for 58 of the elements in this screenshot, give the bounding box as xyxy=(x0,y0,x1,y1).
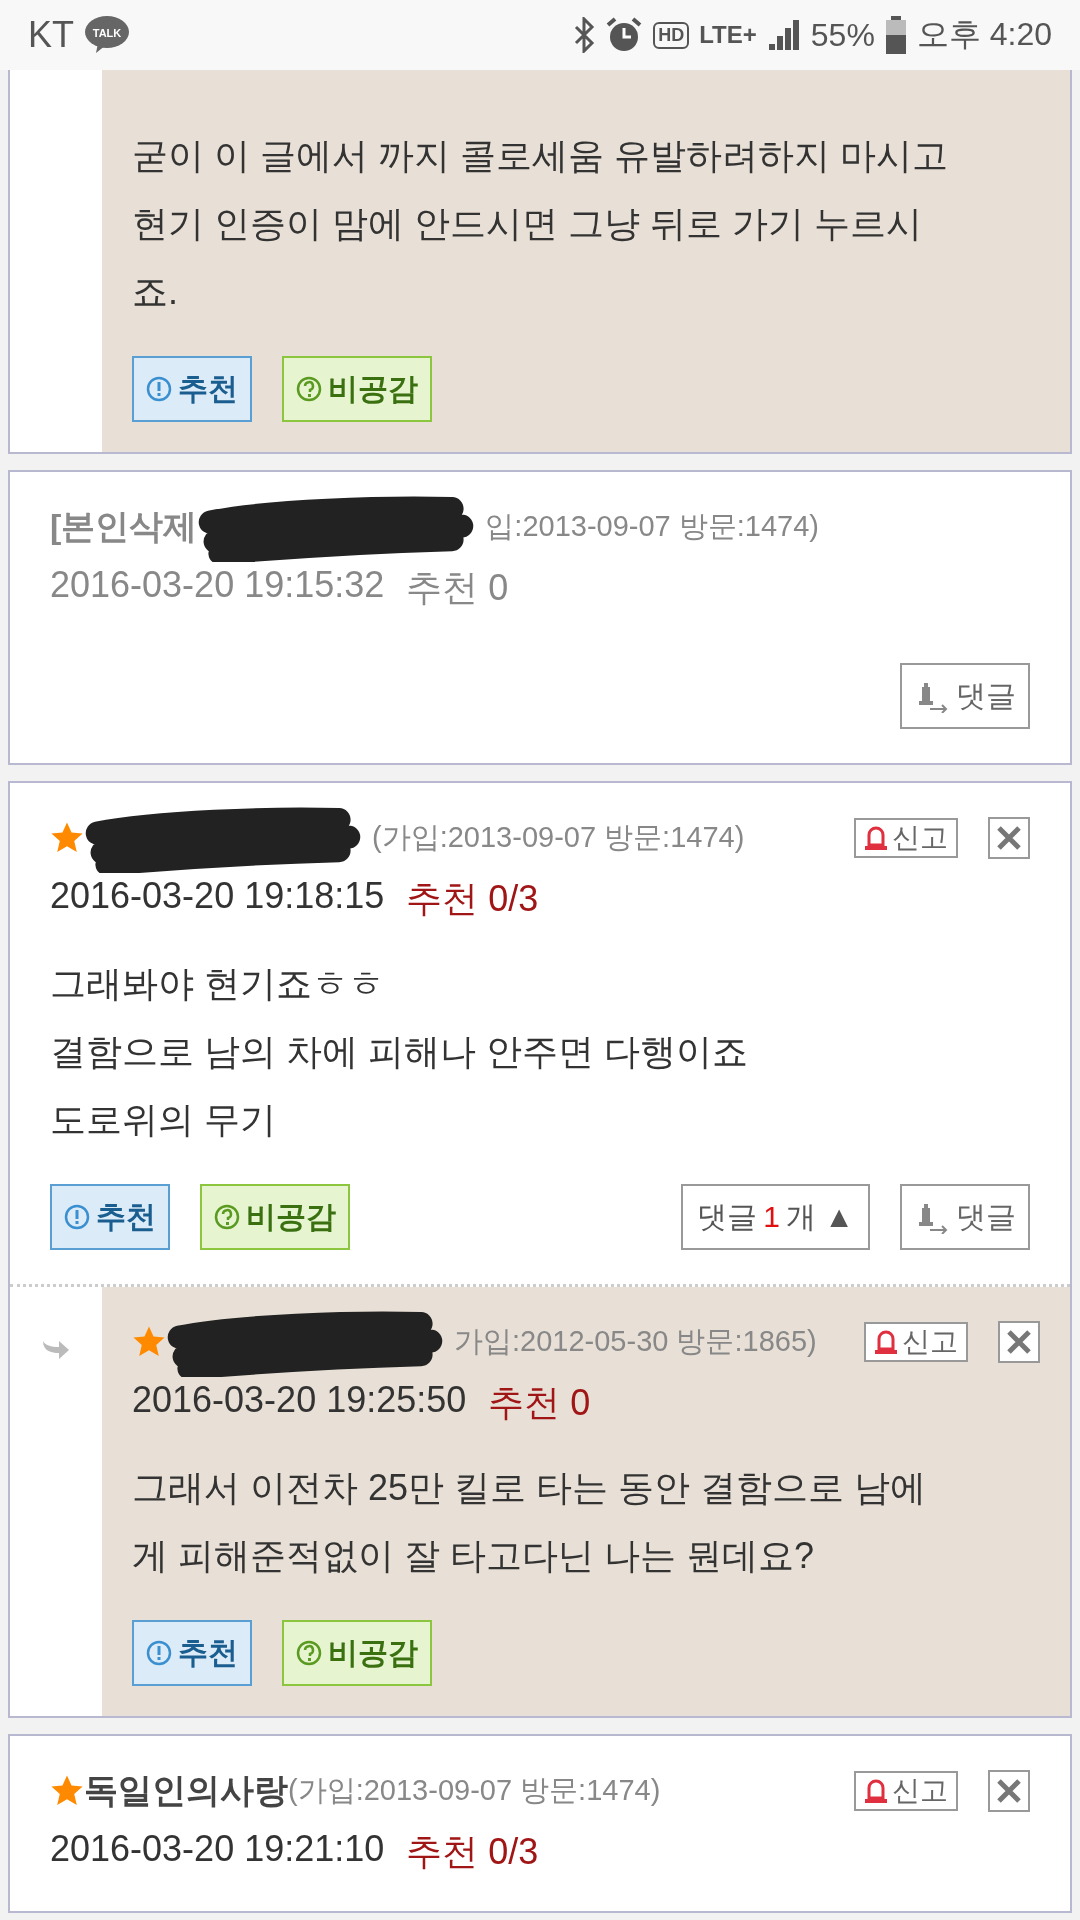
recommend-count: 추천 0 xyxy=(488,1381,591,1425)
recommend-count: 추천 0/3 xyxy=(406,1830,539,1874)
recommend-button[interactable]: 추천 xyxy=(132,356,252,422)
member-info: (가입:2013-09-07 방문:1474) xyxy=(288,1773,661,1806)
disagree-button[interactable]: 비공감 xyxy=(282,356,432,422)
reply-button[interactable]: 댓글 xyxy=(900,663,1030,729)
comment-text: 굳이 이 글에서 까지 콜로세움 유발하려하지 마시고 xyxy=(132,134,949,178)
close-button[interactable] xyxy=(988,1770,1030,1812)
report-button[interactable]: 신고 xyxy=(854,818,958,858)
comment-date: 2016-03-20 19:21:10 xyxy=(50,1828,385,1871)
member-info: 입:2013-09-07 방문:1474) xyxy=(485,509,819,544)
exclamation-icon xyxy=(146,376,172,402)
close-icon xyxy=(995,1777,1023,1805)
comment-date: 2016-03-20 19:18:15 xyxy=(50,875,385,918)
carrier-name: KT xyxy=(28,14,74,56)
member-info: 가입:2012-05-30 방문:1865) xyxy=(454,1324,817,1359)
network-type: LTE+ xyxy=(699,21,757,49)
hd-voice-indicator: HD xyxy=(653,21,690,49)
member-info: (가입:2013-09-07 방문:1474) xyxy=(372,820,745,855)
reply-button[interactable]: 댓글 xyxy=(900,1184,1030,1250)
question-icon xyxy=(214,1204,240,1230)
comment-text: 결함으로 남의 차에 피해나 안주면 다행이죠 xyxy=(50,1030,749,1074)
siren-icon xyxy=(864,1778,888,1804)
siren-icon xyxy=(874,1329,898,1355)
recommend-button[interactable]: 추천 xyxy=(50,1184,170,1250)
disagree-button[interactable]: 비공감 xyxy=(200,1184,350,1250)
recommend-count: 추천 0/3 xyxy=(406,877,539,921)
comment-date: 2016-03-20 19:25:50 xyxy=(132,1379,467,1422)
replies-toggle-button[interactable]: 댓글 1 개 ▲ xyxy=(681,1184,870,1250)
comment-text: 도로위의 무기 xyxy=(50,1098,277,1142)
author-name: [본인삭제 xyxy=(50,506,198,547)
exclamation-icon xyxy=(146,1640,172,1666)
close-icon xyxy=(1005,1328,1033,1356)
close-button[interactable] xyxy=(998,1321,1040,1363)
clock-time: 오후 4:20 xyxy=(916,15,1052,54)
comment-text: 그래서 이전차 25만 킬로 타는 동안 결함으로 남에 xyxy=(132,1466,928,1510)
signal-icon xyxy=(766,18,801,52)
siren-icon xyxy=(864,825,888,851)
close-icon xyxy=(995,824,1023,852)
comment-date: 2016-03-20 19:15:32 xyxy=(50,564,385,607)
close-button[interactable] xyxy=(988,817,1030,859)
disagree-button[interactable]: 비공감 xyxy=(282,1620,432,1686)
report-button[interactable]: 신고 xyxy=(864,1322,968,1362)
comment-text: 그래봐야 현기죠ㅎㅎ xyxy=(50,962,385,1006)
report-button[interactable]: 신고 xyxy=(854,1771,958,1811)
battery-icon xyxy=(884,16,907,54)
comment-text: 게 피해준적없이 잘 타고다닌 나는 뭔데요? xyxy=(132,1534,816,1578)
comment-text: 현기 인증이 맘에 안드시면 그냥 뒤로 가기 누르시 xyxy=(132,202,923,246)
battery-percent: 55% xyxy=(810,16,875,54)
question-icon xyxy=(296,376,322,402)
author-name: 독일인의사랑 xyxy=(84,1770,288,1811)
exclamation-icon xyxy=(64,1204,90,1230)
question-icon xyxy=(296,1640,322,1666)
comment-text: 죠. xyxy=(132,270,179,314)
bluetooth-icon xyxy=(573,17,596,53)
recommend-button[interactable]: 추천 xyxy=(132,1620,252,1686)
alarm-icon xyxy=(605,16,644,54)
recommend-count: 추천 0 xyxy=(406,566,509,610)
